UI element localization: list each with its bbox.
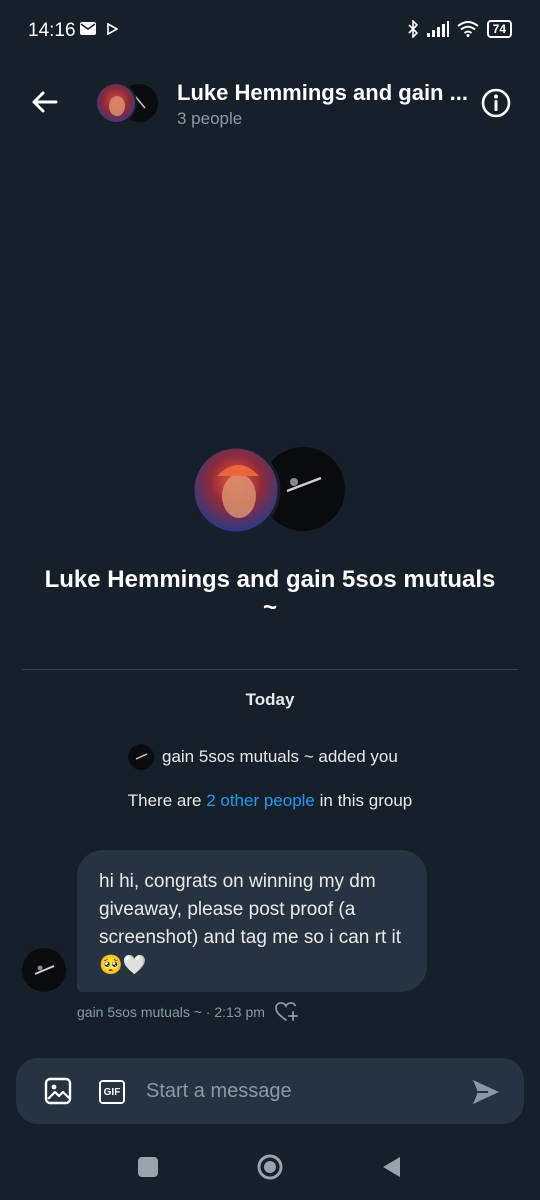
header-title[interactable]: Luke Hemmings and gain ... [177, 80, 468, 106]
avatar [128, 744, 154, 770]
nav-back-button[interactable] [380, 1155, 402, 1179]
wifi-icon [457, 21, 479, 37]
message-bubble[interactable]: hi hi, congrats on winning my dm giveawa… [77, 850, 427, 992]
message-sender-time: gain 5sos mutuals ~ · 2:13 pm [77, 1004, 265, 1020]
header-group-avatar[interactable] [95, 82, 161, 124]
home-button[interactable] [257, 1154, 283, 1180]
added-you-notice: gain 5sos mutuals ~ added you [128, 744, 398, 770]
status-time: 14:16 [28, 20, 76, 41]
mail-icon [80, 22, 96, 35]
group-name: Luke Hemmings and gain 5sos mutuals ~ [44, 566, 496, 621]
signal-icon [426, 21, 449, 37]
group-people-notice: There are 2 other people in this group [0, 791, 540, 811]
date-separator: Today [245, 690, 295, 709]
gif-label: GIF [103, 1086, 121, 1098]
play-store-icon [107, 22, 118, 35]
gif-icon[interactable]: GIF [99, 1080, 125, 1104]
back-arrow-icon[interactable] [28, 86, 60, 118]
header-subtitle: 3 people [177, 109, 243, 128]
message-meta: gain 5sos mutuals ~ · 2:13 pm [77, 1002, 299, 1022]
added-you-text: gain 5sos mutuals ~ added you [162, 747, 398, 766]
recent-apps-button[interactable] [138, 1157, 158, 1177]
send-icon[interactable] [470, 1076, 502, 1108]
bluetooth-icon [408, 20, 418, 38]
battery-indicator: 74 [486, 20, 512, 38]
add-reaction-icon[interactable] [275, 1002, 299, 1022]
info-icon[interactable] [480, 87, 512, 119]
message-input[interactable]: Start a message [146, 1080, 292, 1103]
sender-avatar[interactable] [22, 948, 66, 992]
image-icon[interactable] [44, 1077, 72, 1105]
status-right-icons: 74 [407, 20, 512, 38]
divider [22, 669, 518, 670]
group-avatar[interactable] [193, 446, 349, 536]
status-left-icons [80, 22, 118, 35]
people-suffix: in this group [314, 791, 413, 810]
people-prefix: There are [127, 791, 207, 810]
other-people-link[interactable]: 2 other people [206, 791, 315, 810]
